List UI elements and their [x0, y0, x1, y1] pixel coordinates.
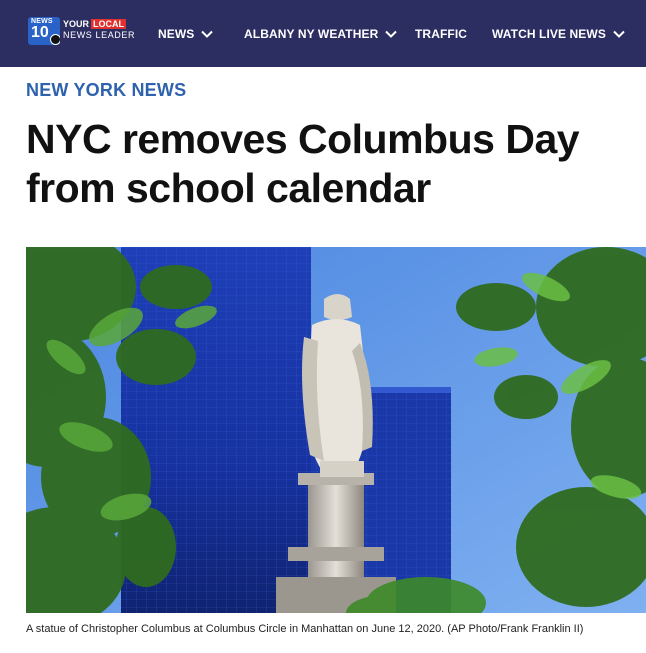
- tagline-local: LOCAL: [91, 19, 127, 29]
- article-hero-image: [26, 247, 646, 613]
- nav-item-albany-weather[interactable]: ALBANY NY WEATHER: [244, 0, 398, 67]
- nav-item-news[interactable]: NEWS: [158, 0, 214, 67]
- nav-item-label: WATCH LIVE NEWS: [492, 26, 606, 41]
- chevron-down-icon: [385, 30, 398, 38]
- top-nav-bar: NEWS 10 YOUR LOCAL NEWS LEADER NEWS ALBAN…: [0, 0, 646, 67]
- chevron-down-icon: [613, 30, 625, 38]
- nav-item-label: ALBANY NY WEATHER: [244, 26, 379, 41]
- news10-badge: NEWS 10: [28, 17, 60, 45]
- tagline-leader: NEWS LEADER: [63, 30, 136, 40]
- tagline-your: YOUR: [63, 19, 90, 29]
- nav-item-traffic[interactable]: TRAFFIC: [415, 0, 467, 67]
- abc-icon: [50, 34, 60, 45]
- image-caption: A statue of Christopher Columbus at Colu…: [26, 623, 584, 635]
- logo-number: 10: [31, 24, 49, 41]
- nav-item-label: TRAFFIC: [415, 26, 468, 41]
- logo-tagline: YOUR LOCAL NEWS LEADER: [63, 19, 135, 41]
- section-link-new-york-news[interactable]: NEW YORK NEWS: [26, 80, 186, 101]
- article-headline: NYC removes Columbus Day from school cal…: [26, 116, 580, 211]
- site-logo[interactable]: NEWS 10 YOUR LOCAL NEWS LEADER: [28, 17, 135, 47]
- chevron-down-icon: [201, 30, 214, 38]
- nav-item-label: NEWS: [158, 26, 195, 41]
- nav-item-watch-live-news[interactable]: WATCH LIVE NEWS: [492, 0, 626, 67]
